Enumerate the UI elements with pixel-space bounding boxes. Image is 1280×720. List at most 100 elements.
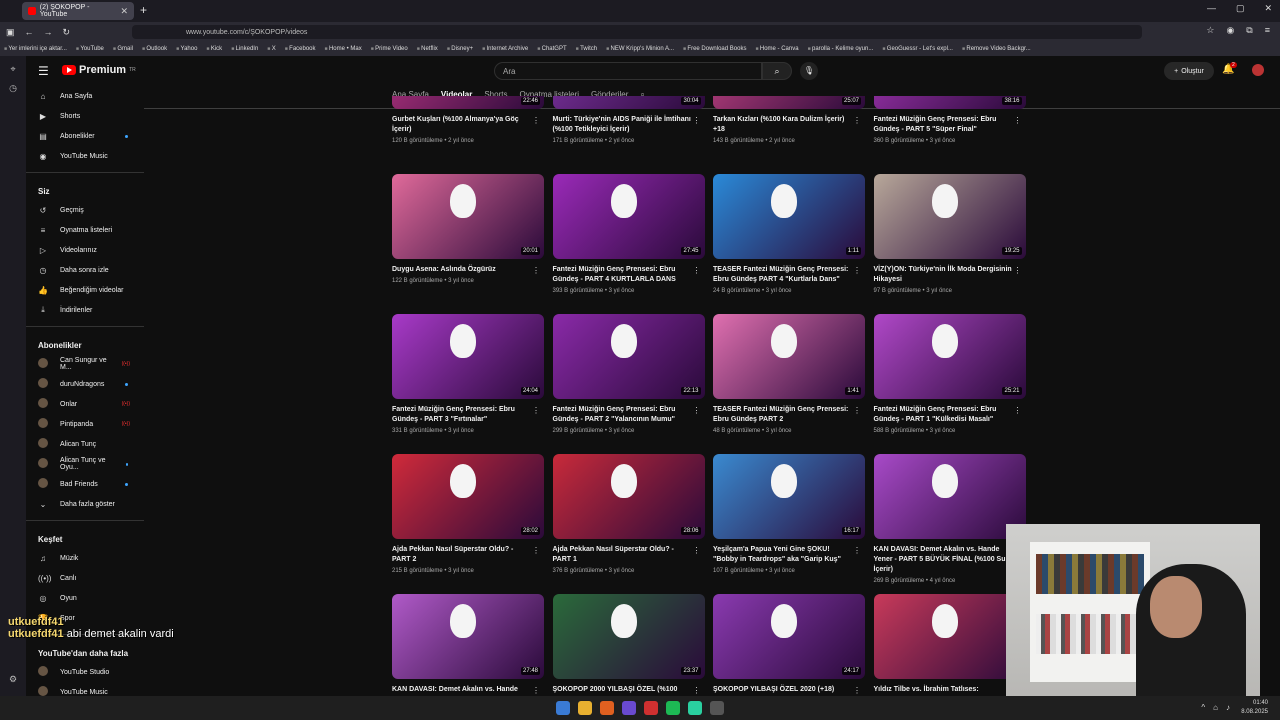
bookmark-item[interactable]: Free Download Books xyxy=(683,46,746,52)
bookmark-item[interactable]: Home • Max xyxy=(325,46,362,52)
more-options-icon[interactable]: ⋮ xyxy=(532,406,540,415)
video-card[interactable]: 19:25 ⋮ VİZ(Y)ON: Türkiye'nin İlk Moda Der… xyxy=(873,174,1026,294)
show-more-button[interactable]: ⌄ Daha fazla göster xyxy=(26,494,144,514)
bookmark-star-icon[interactable]: ☆ xyxy=(1206,25,1214,36)
video-card[interactable]: 22:46 ⋮ Gurbet Kuşları (%100 Almanya'ya Gö… xyxy=(392,96,544,144)
video-card[interactable]: 16:17 ⋮ Yeşilçam'a Papua Yeni Gine ŞOKU! "… xyxy=(713,454,865,574)
history-icon[interactable]: ◷ xyxy=(0,83,26,94)
video-thumbnail[interactable]: 28:02 xyxy=(392,454,544,539)
back-icon[interactable]: ← xyxy=(25,27,34,37)
video-title[interactable]: Fantezi Müziğin Genç Prensesi: Ebru Günd… xyxy=(874,115,1014,135)
app-icon[interactable] xyxy=(644,701,658,715)
video-thumbnail[interactable]: 19:25 xyxy=(873,174,1026,259)
video-card[interactable]: 24:17 ⋮ ŞOKOPOP YILBAŞI ÖZEL 2020 (+18) xyxy=(713,594,865,695)
video-card[interactable]: ⋮KAN DAVASI: Demet Akalın vs. Hande Yene… xyxy=(873,454,1026,584)
video-title[interactable]: ŞOKOPOP 2000 YILBAŞI ÖZEL (%100 xyxy=(553,685,693,695)
more-options-icon[interactable]: ⋮ xyxy=(853,266,861,275)
sidebar-item[interactable]: ((•)) Canlı xyxy=(26,568,144,588)
close-tab-icon[interactable]: ✕ xyxy=(120,6,128,17)
more-options-icon[interactable]: ⋮ xyxy=(693,546,701,555)
clock[interactable]: 01:40 8.08.2025 xyxy=(1241,699,1268,717)
video-card[interactable]: 22:13 ⋮ Fantezi Müziğin Genç Prensesi: Ebr… xyxy=(552,314,705,434)
video-title[interactable]: Ajda Pekkan Nasıl Süperstar Oldu? - PART… xyxy=(392,545,532,565)
video-thumbnail[interactable]: 38:16 xyxy=(873,96,1026,109)
menu-icon[interactable]: ≡ xyxy=(1265,25,1270,36)
bookmark-item[interactable]: NEW Kripp's Minion A... xyxy=(606,46,675,52)
sidebar-item[interactable]: ⤓ İndirilenler xyxy=(26,300,144,320)
network-icon[interactable]: ⌂ xyxy=(1213,703,1218,712)
new-tab-button[interactable]: + xyxy=(140,3,147,17)
bookmark-item[interactable]: Prime Video xyxy=(371,46,408,52)
sidebar-item[interactable]: YouTube Studio xyxy=(26,662,144,682)
bookmark-item[interactable]: Gmail xyxy=(113,46,133,52)
video-thumbnail[interactable]: 28:06 xyxy=(552,454,705,539)
video-card[interactable]: 30:04 ⋮ Murti: Türkiye'nin AIDS Paniği ile… xyxy=(552,96,705,144)
video-title[interactable]: Gurbet Kuşları (%100 Almanya'ya Göç İçer… xyxy=(392,115,532,135)
video-card[interactable]: 27:45 ⋮ Fantezi Müziğin Genç Prensesi: Ebr… xyxy=(552,174,705,294)
maximize-icon[interactable]: ▢ xyxy=(1236,3,1245,14)
browser-tab[interactable]: (2) ŞOKOPOP - YouTube ✕ xyxy=(22,2,134,20)
more-options-icon[interactable]: ⋮ xyxy=(693,266,701,275)
voice-search-button[interactable]: 🎙 xyxy=(800,62,818,80)
forward-icon[interactable]: → xyxy=(44,27,53,37)
sidebar-item[interactable]: Onlar ((•)) xyxy=(26,394,144,414)
settings-icon[interactable]: ⚙ xyxy=(0,674,26,685)
video-thumbnail[interactable]: 20:01 xyxy=(392,174,544,259)
video-thumbnail[interactable] xyxy=(873,454,1026,539)
sidebar-item[interactable]: YouTube Music xyxy=(26,682,144,696)
more-options-icon[interactable]: ⋮ xyxy=(1014,266,1022,275)
video-title[interactable]: VİZ(Y)ON: Türkiye'nin İlk Moda Dergisini… xyxy=(874,265,1014,285)
sidebar-item[interactable]: ◎ Oyun xyxy=(26,588,144,608)
video-card[interactable]: 38:16 ⋮ Fantezi Müziğin Genç Prensesi: Ebr… xyxy=(873,96,1026,144)
more-options-icon[interactable]: ⋮ xyxy=(532,266,540,275)
bookmark-item[interactable]: Kick xyxy=(206,46,222,52)
video-title[interactable]: Fantezi Müziğin Genç Prensesi: Ebru Günd… xyxy=(392,405,532,425)
minimize-icon[interactable]: — xyxy=(1207,3,1216,14)
account-icon[interactable]: ◉ xyxy=(1226,25,1234,36)
video-title[interactable]: TEASER Fantezi Müziğin Genç Prensesi: Eb… xyxy=(713,265,853,285)
video-thumbnail[interactable]: 24:17 xyxy=(713,594,865,679)
more-options-icon[interactable]: ⋮ xyxy=(693,116,701,125)
tray-chevron-icon[interactable]: ^ xyxy=(1201,703,1205,712)
video-title[interactable]: ŞOKOPOP YILBAŞI ÖZEL 2020 (+18) xyxy=(713,685,853,695)
bookmark-item[interactable]: Remove Video Backgr... xyxy=(962,46,1030,52)
search-input[interactable]: Ara xyxy=(494,62,762,80)
video-card[interactable]: ⋮Yıldız Tilbe vs. İbrahim Tatlıses: Peze… xyxy=(873,594,1026,696)
more-options-icon[interactable]: ⋮ xyxy=(1014,116,1022,125)
more-options-icon[interactable]: ⋮ xyxy=(853,546,861,555)
video-title[interactable]: Duygu Asena: Aslında Özgürüz xyxy=(392,265,532,275)
video-card[interactable]: 23:37 ⋮ ŞOKOPOP 2000 YILBAŞI ÖZEL (%100 xyxy=(552,594,705,695)
more-options-icon[interactable]: ⋮ xyxy=(853,406,861,415)
create-button[interactable]: + Oluştur xyxy=(1164,62,1214,80)
video-title[interactable]: TEASER Fantezi Müziğin Genç Prensesi: Eb… xyxy=(713,405,853,425)
more-options-icon[interactable]: ⋮ xyxy=(693,406,701,415)
bookmark-item[interactable]: YouTube xyxy=(76,46,104,52)
url-bar[interactable]: www.youtube.com/c/ŞOKOPOP/videos xyxy=(132,25,1142,39)
file-explorer-icon[interactable] xyxy=(578,701,592,715)
bookmark-item[interactable]: GeoGuessr - Let's expl... xyxy=(882,46,953,52)
video-title[interactable]: KAN DAVASI: Demet Akalın vs. Hande Yener xyxy=(392,685,532,696)
video-title[interactable]: KAN DAVASI: Demet Akalın vs. Hande Yener… xyxy=(874,545,1014,575)
sidebar-toggle-icon[interactable]: ▣ xyxy=(6,27,15,38)
video-card[interactable]: 20:01 ⋮ Duygu Asena: Aslında Özgürüz 122 B … xyxy=(392,174,544,284)
bookmark-item[interactable]: LinkedIn xyxy=(231,46,259,52)
more-options-icon[interactable]: ⋮ xyxy=(1014,406,1022,415)
bookmark-item[interactable]: Twitch xyxy=(576,46,597,52)
video-thumbnail[interactable]: 1:41 xyxy=(713,314,865,399)
sidebar-section-title[interactable]: YouTube'dan daha fazla xyxy=(26,641,144,662)
video-thumbnail[interactable]: 22:46 xyxy=(392,96,544,109)
video-card[interactable]: 28:02 ⋮ Ajda Pekkan Nasıl Süperstar Oldu? … xyxy=(392,454,544,574)
bookmark-item[interactable]: Outlook xyxy=(142,46,167,52)
sidebar-section-title[interactable]: Siz xyxy=(26,179,144,200)
video-card[interactable]: 25:21 ⋮ Fantezi Müziğin Genç Prensesi: Ebr… xyxy=(873,314,1026,434)
more-options-icon[interactable]: ⋮ xyxy=(693,686,701,695)
video-card[interactable]: 27:48 ⋮ KAN DAVASI: Demet Akalın vs. Hande… xyxy=(392,594,544,696)
sidebar-item[interactable]: ▶ Shorts xyxy=(26,106,144,126)
bookmark-item[interactable]: X xyxy=(267,46,276,52)
more-options-icon[interactable]: ⋮ xyxy=(532,546,540,555)
video-thumbnail[interactable]: 22:13 xyxy=(552,314,705,399)
search-button[interactable]: ⌕ xyxy=(762,62,792,80)
sidebar-item[interactable]: duruNdragons xyxy=(26,374,144,394)
video-thumbnail[interactable]: 30:04 xyxy=(552,96,705,109)
sidebar-item[interactable]: ⌂ Ana Sayfa xyxy=(26,86,144,106)
